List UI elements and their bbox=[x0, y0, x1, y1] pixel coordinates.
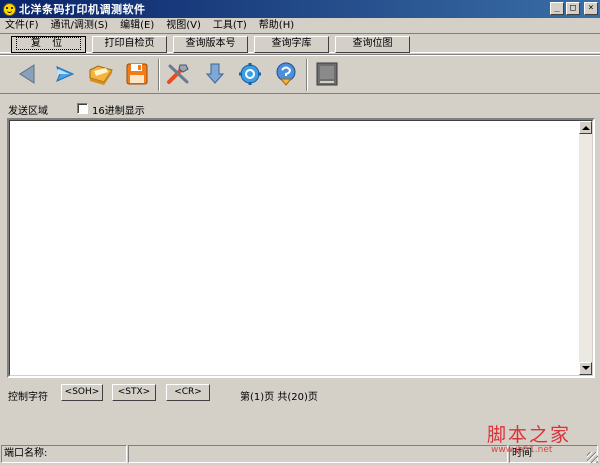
app-smiley-icon bbox=[3, 2, 16, 16]
printer-icon[interactable] bbox=[312, 60, 342, 88]
menu-bar: 文件(F) 通讯/调测(S) 编辑(E) 视图(V) 工具(T) 帮助(H) bbox=[0, 18, 600, 33]
menu-file[interactable]: 文件(F) bbox=[0, 19, 45, 33]
reset-button[interactable]: 复 位 bbox=[11, 36, 86, 53]
command-bar: 复 位 打印自检页 查询版本号 查询字库 查询位图 bbox=[0, 33, 600, 53]
soh-button[interactable]: <SOH> bbox=[61, 384, 103, 401]
up-arrow-icon bbox=[582, 126, 590, 130]
watermark-url: www.jb51.net bbox=[491, 445, 553, 455]
cr-button[interactable]: <CR> bbox=[166, 384, 210, 401]
control-chars-label: 控制字符 bbox=[8, 392, 48, 403]
toolbar-separator bbox=[158, 59, 160, 91]
query-bitmap-button[interactable]: 查询位图 bbox=[335, 36, 410, 53]
menu-help[interactable]: 帮助(H) bbox=[253, 19, 300, 33]
stx-button[interactable]: <STX> bbox=[112, 384, 156, 401]
reset-button-label: 复 位 bbox=[15, 37, 82, 50]
tools-icon[interactable] bbox=[163, 60, 193, 88]
hex-display-label[interactable]: 16进制显示 bbox=[92, 102, 145, 117]
send-area-header: 发送区域 16进制显示 bbox=[0, 100, 600, 117]
icon-toolbar bbox=[0, 54, 600, 94]
help-icon[interactable] bbox=[271, 60, 301, 88]
scroll-up-button[interactable] bbox=[579, 121, 592, 134]
status-message-pane bbox=[128, 445, 508, 463]
menu-view[interactable]: 视图(V) bbox=[160, 19, 207, 33]
toolbar-separator bbox=[306, 59, 308, 91]
watermark-brand: 脚本之家 bbox=[487, 424, 572, 446]
menu-edit[interactable]: 编辑(E) bbox=[114, 19, 160, 33]
minimize-button[interactable]: _ bbox=[550, 2, 564, 15]
send-area-label: 发送区域 bbox=[8, 106, 48, 117]
down-arrow-icon bbox=[582, 366, 590, 370]
watermark: 脚本之家 www.jb51.net bbox=[487, 420, 597, 464]
vertical-scrollbar[interactable] bbox=[579, 121, 592, 375]
query-font-button[interactable]: 查询字库 bbox=[254, 36, 329, 53]
maximize-button[interactable]: □ bbox=[566, 2, 580, 15]
port-name-pane: 端口名称: bbox=[1, 445, 127, 463]
title-bar[interactable]: 北洋条码打印机调测软件 _ □ × bbox=[0, 0, 600, 18]
window-controls: _ □ × bbox=[550, 2, 598, 15]
menu-tools[interactable]: 工具(T) bbox=[207, 19, 253, 33]
send-arrow-icon[interactable] bbox=[50, 60, 80, 88]
open-folder-icon[interactable] bbox=[86, 60, 116, 88]
download-icon[interactable] bbox=[199, 60, 229, 88]
control-chars-row: 控制字符 <SOH> <STX> <CR> 第(1)页 共(20)页 bbox=[0, 381, 600, 405]
query-version-button[interactable]: 查询版本号 bbox=[173, 36, 248, 53]
close-button[interactable]: × bbox=[584, 2, 598, 15]
page-info: 第(1)页 共(20)页 bbox=[240, 392, 318, 403]
window-title: 北洋条码打印机调测软件 bbox=[19, 3, 146, 16]
back-arrow-icon[interactable] bbox=[12, 60, 42, 88]
send-text-area[interactable] bbox=[7, 118, 595, 378]
scroll-down-button[interactable] bbox=[579, 362, 592, 375]
hex-display-checkbox[interactable] bbox=[77, 103, 88, 114]
menu-comm-test[interactable]: 通讯/调测(S) bbox=[45, 19, 115, 33]
save-disk-icon[interactable] bbox=[122, 60, 152, 88]
port-name-label: 端口名称: bbox=[4, 448, 48, 459]
settings-gear-icon[interactable] bbox=[235, 60, 265, 88]
self-test-button[interactable]: 打印自检页 bbox=[92, 36, 167, 53]
